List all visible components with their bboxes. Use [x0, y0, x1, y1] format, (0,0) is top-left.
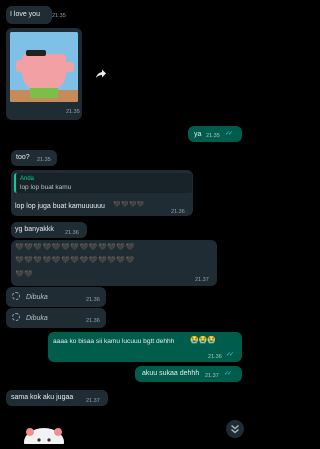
read-ticks-icon: ✓✓	[224, 371, 232, 377]
message-text: akuu sukaa dehhh	[142, 370, 200, 377]
forward-arrow-icon[interactable]	[93, 67, 107, 81]
message-outgoing[interactable]: aaaa ko bisaa sii kamu lucuuu bgtt dehhh…	[48, 332, 242, 362]
emoji-row: 😭😭😭	[190, 337, 217, 344]
view-once-icon	[12, 313, 20, 321]
message-time: 21.36	[65, 230, 79, 236]
message-time: 21.36	[86, 318, 100, 324]
message-time: 21.37	[195, 277, 209, 283]
message-incoming[interactable]: 🖤🖤🖤🖤🖤🖤🖤🖤🖤🖤🖤🖤🖤 🖤🖤🖤🖤🖤🖤🖤🖤🖤🖤🖤🖤🖤 🖤🖤 21.37	[11, 240, 217, 286]
message-time: 21.36	[86, 297, 100, 303]
read-ticks-icon: ✓✓	[225, 131, 233, 137]
message-time: 21.35	[37, 157, 51, 163]
message-time: 21.35	[66, 109, 80, 115]
message-incoming[interactable]: sama kok aku jugaa 21.37	[6, 390, 108, 406]
message-time: 21.35	[52, 13, 66, 19]
message-outgoing[interactable]: ya 21.35 ✓✓	[188, 126, 242, 142]
reply-message[interactable]: Anda lop lop buat kamu lop lop juga buat…	[11, 170, 193, 216]
message-text: lop lop juga buat kamuuuuuu	[15, 203, 105, 210]
image-message[interactable]: 21.35	[6, 28, 82, 120]
message-text: yg banyakkk	[15, 226, 54, 233]
message-text: Dibuka	[26, 294, 48, 301]
scroll-down-button[interactable]	[226, 420, 244, 438]
sticker-preview[interactable]	[20, 418, 68, 449]
heart-emoji-line: 🖤🖤🖤🖤🖤🖤🖤🖤🖤🖤🖤🖤🖤	[15, 257, 135, 264]
patrick-image	[10, 32, 78, 102]
view-once-icon	[12, 292, 20, 300]
heart-emoji-row: 🖤🖤🖤🖤	[113, 202, 145, 208]
message-incoming[interactable]: too? 21.35	[11, 150, 57, 166]
message-outgoing[interactable]: akuu sukaa dehhh 21.37 ✓✓	[135, 366, 242, 382]
quote-text: lop lop buat kamu	[20, 184, 72, 191]
message-text: I love you	[10, 11, 40, 18]
heart-emoji-line: 🖤🖤🖤🖤🖤🖤🖤🖤🖤🖤🖤🖤🖤	[15, 244, 135, 251]
double-chevron-down-icon	[231, 424, 239, 434]
message-time: 21.35	[206, 133, 220, 139]
message-text: sama kok aku jugaa	[11, 394, 74, 401]
read-ticks-icon: ✓✓	[226, 352, 234, 358]
message-text: too?	[16, 154, 30, 161]
sticker-image[interactable]	[10, 32, 78, 102]
message-incoming[interactable]: yg banyakkk 21.36	[11, 222, 87, 238]
message-text: ya	[194, 131, 202, 138]
message-time: 21.36	[208, 354, 222, 360]
message-text: Dibuka	[26, 315, 48, 322]
view-once-message[interactable]: Dibuka 21.36	[6, 308, 106, 328]
message-incoming[interactable]: I love you 21.35	[6, 6, 66, 24]
message-text: aaaa ko bisaa sii kamu lucuuu bgtt dehhh	[53, 338, 175, 345]
heart-emoji-line: 🖤🖤	[15, 271, 34, 278]
quoted-message[interactable]: Anda lop lop buat kamu	[14, 173, 192, 193]
message-time: 21.37	[205, 373, 219, 379]
message-time: 21.36	[171, 209, 185, 215]
message-time: 21.37	[86, 398, 100, 404]
view-once-message[interactable]: Dibuka 21.36	[6, 287, 106, 307]
